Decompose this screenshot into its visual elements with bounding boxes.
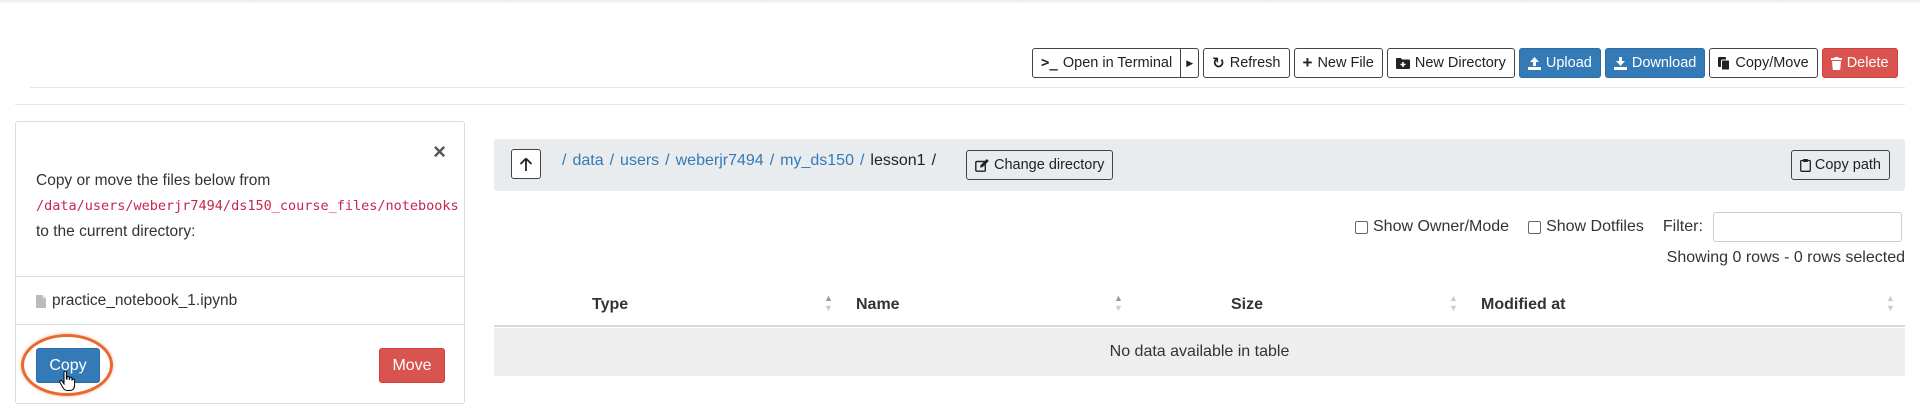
show-dotfiles-checkbox[interactable] [1528,220,1542,234]
copy-path-label: Copy path [1814,157,1881,173]
arrow-up-icon [520,157,532,171]
table-info: Showing 0 rows - 0 rows selected [1666,249,1905,266]
breadcrumb-bar: / data / users / weberjr7494 / my_ds150 … [494,139,1905,191]
trash-icon [1830,56,1842,70]
new-file-button[interactable]: + New File [1293,48,1383,78]
toolbar-divider [30,87,1905,88]
message-prefix: Copy or move the files below from [36,172,271,189]
show-dotfiles-option[interactable]: Show Dotfiles [1528,218,1644,236]
upload-button[interactable]: Upload [1518,48,1601,78]
open-terminal-button[interactable]: >_ Open in Terminal [1032,48,1182,78]
refresh-label: Refresh [1229,55,1281,71]
content-divider [15,104,1905,105]
delete-button[interactable]: Delete [1821,48,1898,78]
parent-directory-button[interactable] [511,149,541,179]
terminal-icon: >_ [1041,55,1058,71]
empty-table-message: No data available in table [1109,343,1290,360]
new-directory-button[interactable]: New Directory [1386,48,1515,78]
sort-icon[interactable]: ▲ ▼ [1886,293,1895,313]
download-icon [1613,56,1627,70]
copy-move-label: Copy/Move [1735,55,1809,71]
caret-right-icon: ▶ [1186,57,1194,68]
panel-divider [16,276,464,277]
copy-path-button[interactable]: Copy path [1790,150,1890,180]
close-icon[interactable]: × [433,141,446,163]
column-header-name[interactable]: Name [856,285,900,325]
refresh-button[interactable]: ↻ Refresh [1203,48,1290,78]
panel-divider [16,324,464,325]
breadcrumb-separator: / [769,152,775,169]
column-header-modified[interactable]: Modified at [1481,285,1565,325]
file-toolbar: >_ Open in Terminal ▶ ↻ Refresh + New Fi… [1032,48,1898,78]
show-owner-mode-checkbox[interactable] [1355,220,1368,234]
new-file-label: New File [1317,55,1374,71]
download-label: Download [1631,55,1697,71]
change-directory-label: Change directory [994,157,1105,173]
move-button[interactable]: Move [379,348,445,383]
breadcrumb-item-data[interactable]: data [572,152,603,170]
refresh-icon: ↻ [1212,55,1225,72]
move-button-label: Move [392,356,432,374]
breadcrumb-separator: / [562,152,567,169]
table-header: Type ▲ ▼ Name ▲ ▼ Size ▲ ▼ Modified at ▲ ▼ [494,285,1905,327]
new-directory-label: New Directory [1414,55,1506,71]
breadcrumb-item-my-ds150[interactable]: my_ds150 [780,152,854,170]
file-icon [36,294,46,308]
file-name: practice_notebook_1.ipynb [52,292,238,309]
column-header-type[interactable]: Type [592,285,628,325]
delete-label: Delete [1846,55,1889,71]
breadcrumb-separator: / [609,152,615,169]
message-suffix: to the current directory: [36,223,196,240]
breadcrumb-item-user[interactable]: weberjr7494 [676,152,764,170]
download-button[interactable]: Download [1604,48,1706,78]
upload-label: Upload [1545,55,1592,71]
sort-icon[interactable]: ▲ ▼ [1114,293,1123,313]
breadcrumb-separator: / [859,152,865,169]
upload-icon [1527,56,1541,70]
column-header-modified-label: Modified at [1481,296,1566,313]
terminal-dropdown-toggle[interactable]: ▶ [1180,48,1200,78]
filter-label: Filter: [1662,218,1703,235]
show-owner-mode-label: Show Owner/Mode [1373,218,1510,235]
show-owner-mode-option[interactable]: Show Owner/Mode [1355,218,1509,236]
hand-cursor-icon [59,371,76,391]
show-dotfiles-label: Show Dotfiles [1546,218,1644,235]
sort-icon[interactable]: ▲ ▼ [824,293,833,313]
copy-icon [1718,56,1731,70]
file-list-item: practice_notebook_1.ipynb [36,292,237,310]
breadcrumb-separator: / [931,152,937,169]
column-header-size[interactable]: Size [1231,285,1263,325]
plus-icon: + [1302,53,1313,72]
copy-move-button[interactable]: Copy/Move [1709,48,1818,78]
table-options: Show Owner/Mode Show Dotfiles Filter: [1355,212,1902,242]
copy-move-panel: × Copy or move the files below from /dat… [15,121,465,404]
source-path: /data/users/weberjr7494/ds150_course_fil… [36,198,459,214]
column-header-type-label: Type [592,296,629,313]
sort-icon[interactable]: ▲ ▼ [1449,293,1458,313]
folder-plus-icon [1395,58,1410,69]
edit-icon [975,158,989,172]
breadcrumb-separator: / [665,152,670,169]
open-terminal-group: >_ Open in Terminal ▶ [1032,48,1200,78]
top-shadow [0,0,1920,4]
copy-move-message: Copy or move the files below from /data/… [36,168,459,244]
breadcrumb-item-users[interactable]: users [620,152,659,170]
breadcrumb-current: lesson1 [870,152,926,169]
change-directory-button[interactable]: Change directory [966,150,1114,180]
table-empty-row: No data available in table [494,328,1905,376]
open-terminal-label: Open in Terminal [1062,55,1173,71]
clipboard-icon [1799,158,1811,172]
filter-input[interactable] [1712,212,1902,242]
column-header-name-label: Name [856,296,900,313]
breadcrumb: / data / users / weberjr7494 / my_ds150 … [556,152,936,170]
column-header-size-label: Size [1231,296,1264,313]
